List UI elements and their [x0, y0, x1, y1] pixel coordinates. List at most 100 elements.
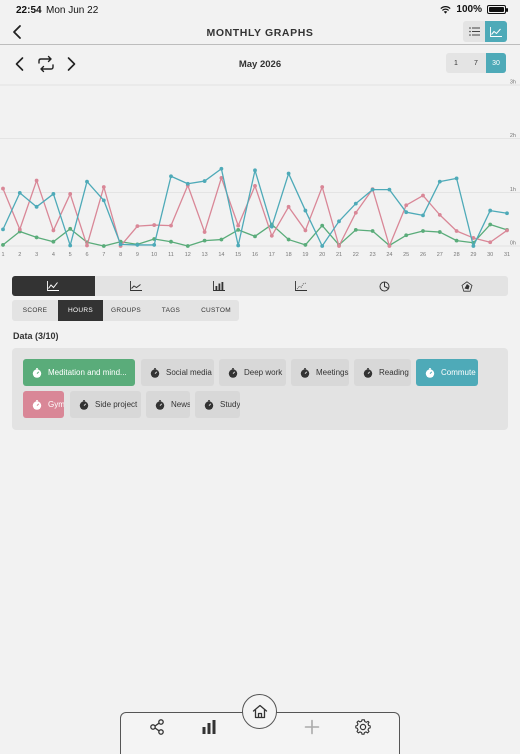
data-point — [152, 223, 157, 227]
stopwatch-icon — [363, 367, 373, 378]
data-chip-side-project[interactable]: Side project — [70, 391, 141, 418]
x-tick-label: 31 — [504, 252, 510, 258]
data-point — [303, 243, 308, 247]
x-tick-label: 25 — [403, 252, 409, 258]
chart-type-line[interactable] — [12, 276, 95, 296]
tab-groups[interactable]: GROUPS — [103, 300, 149, 321]
data-point — [303, 208, 308, 213]
data-point — [51, 239, 56, 244]
data-point — [68, 192, 73, 196]
x-tick-label: 23 — [370, 252, 376, 258]
range-1-button[interactable]: 1 — [446, 53, 466, 73]
data-chip-gym[interactable]: Gym — [23, 391, 64, 418]
battery-percent: 100% — [456, 4, 482, 15]
chart-type-bar[interactable] — [177, 276, 260, 296]
data-point — [471, 244, 476, 248]
data-point — [85, 179, 89, 184]
data-point — [488, 222, 493, 227]
data-point — [169, 174, 173, 179]
data-chip-label: Deep work — [244, 368, 283, 377]
data-point — [320, 244, 325, 248]
data-point — [101, 244, 106, 248]
data-chip-news[interactable]: News — [146, 391, 190, 418]
range-30-button[interactable]: 30 — [486, 53, 506, 73]
data-point — [353, 210, 358, 215]
chart-type-selector — [12, 276, 508, 296]
status-bar: 22:54 Mon Jun 22 100% — [0, 0, 520, 20]
x-tick-label: 16 — [252, 252, 258, 258]
data-point — [118, 242, 123, 247]
data-point — [219, 237, 224, 242]
data-point — [370, 187, 375, 192]
data-point — [219, 166, 224, 171]
hours-line-chart: 0h1h2h3h1 2 3 4 5 6 7 8 9 10 11 12 13 14 15 16 17 18 19 20 2… — [0, 80, 520, 258]
tab-tags[interactable]: TAGS — [149, 300, 193, 321]
x-tick-label: 5 — [69, 252, 72, 258]
list-icon — [468, 27, 480, 36]
wifi-icon — [440, 6, 452, 14]
x-tick-label: 20 — [319, 252, 325, 258]
tab-hours[interactable]: HOURS — [58, 300, 103, 321]
stopwatch-icon — [32, 367, 42, 378]
data-point — [505, 211, 509, 216]
data-chip-label: Side project — [95, 400, 138, 409]
graph-view-button[interactable] — [485, 21, 507, 42]
plus-icon[interactable] — [304, 719, 320, 735]
x-tick-label: 3 — [35, 252, 38, 258]
tab-custom[interactable]: CUSTOM — [193, 300, 239, 321]
data-point — [101, 185, 106, 189]
area-chart-icon — [130, 281, 142, 291]
x-tick-label: 21 — [336, 252, 342, 258]
x-tick-label: 17 — [269, 252, 275, 258]
data-chip-meetings[interactable]: Meetings — [291, 359, 349, 386]
mode-tabs: SCORE HOURS GROUPS TAGS CUSTOM — [12, 300, 239, 321]
data-chip-study[interactable]: Study — [195, 391, 240, 418]
data-chip-deep-work[interactable]: Deep work — [219, 359, 286, 386]
data-point — [370, 229, 375, 233]
stopwatch-icon — [32, 399, 42, 410]
status-date: Mon Jun 22 — [46, 5, 99, 16]
data-chip-commute[interactable]: Commute — [416, 359, 478, 386]
stopwatch-icon — [204, 399, 214, 410]
tab-score[interactable]: SCORE — [12, 300, 58, 321]
data-point — [51, 192, 56, 196]
data-point — [253, 183, 257, 188]
data-chip-social-media[interactable]: Social media — [141, 359, 214, 386]
x-tick-label: 27 — [437, 252, 443, 258]
data-chip-reading[interactable]: Reading — [354, 359, 411, 386]
y-tick-label: 1h — [510, 187, 516, 193]
stopwatch-icon — [228, 367, 238, 378]
y-tick-label: 0h — [510, 241, 516, 247]
chart-type-pie[interactable] — [343, 276, 426, 296]
data-chip-meditation[interactable]: Meditation and mind... — [23, 359, 135, 386]
data-point — [169, 223, 173, 228]
data-point — [404, 210, 409, 215]
chart-type-area[interactable] — [95, 276, 178, 296]
x-tick-label: 30 — [487, 252, 493, 258]
x-tick-label: 8 — [119, 252, 122, 258]
list-view-button[interactable] — [463, 21, 485, 42]
data-point — [202, 238, 207, 243]
data-point — [17, 190, 22, 195]
bar-chart-icon[interactable] — [201, 719, 217, 735]
chart-type-radar[interactable] — [425, 276, 508, 296]
stopwatch-icon — [155, 399, 165, 410]
y-tick-label: 2h — [510, 133, 516, 139]
data-point — [34, 204, 39, 209]
chart-type-scatter[interactable] — [260, 276, 343, 296]
x-tick-label: 10 — [151, 252, 157, 258]
data-point — [17, 227, 22, 232]
home-icon — [252, 704, 267, 719]
data-point — [286, 204, 291, 209]
x-tick-label: 1 — [1, 252, 4, 258]
scatter-chart-icon — [295, 281, 308, 291]
range-7-button[interactable]: 7 — [466, 53, 486, 73]
data-section-title: Data (3/10) — [13, 331, 59, 341]
data-point — [202, 179, 207, 183]
share-icon[interactable] — [149, 719, 165, 735]
x-tick-label: 28 — [454, 252, 460, 258]
settings-gear-icon[interactable] — [355, 719, 371, 735]
home-button[interactable] — [242, 694, 277, 729]
data-point — [387, 187, 392, 192]
data-point — [152, 243, 157, 247]
